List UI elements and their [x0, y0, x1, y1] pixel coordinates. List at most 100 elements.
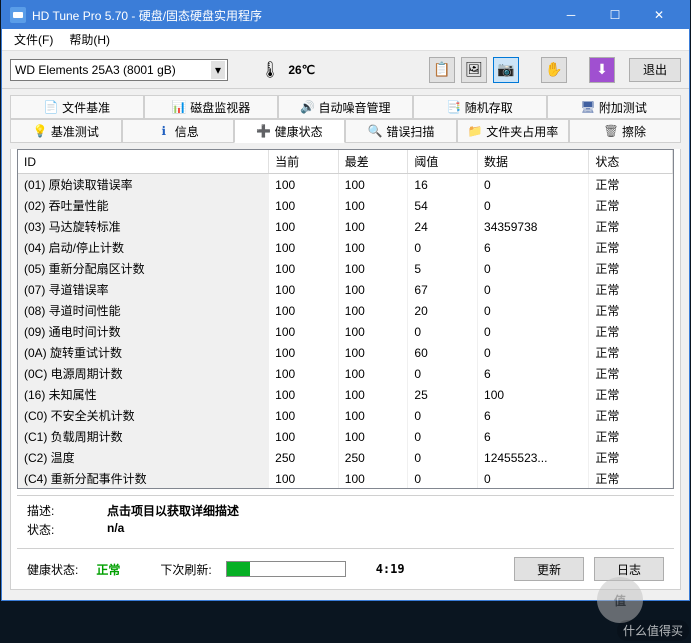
smart-table-container[interactable]: ID当前最差阈值数据状态 (01) 原始读取错误率100100160正常(02)…	[17, 149, 674, 489]
table-row[interactable]: (05) 重新分配扇区计数10010050正常	[18, 258, 673, 279]
cell-id: (04) 启动/停止计数	[18, 237, 269, 258]
description-area: 描述: 点击项目以获取详细描述 状态: n/a	[17, 495, 674, 548]
tab-擦除[interactable]: 🗑擦除	[569, 119, 681, 143]
table-row[interactable]: (0A) 旋转重试计数100100600正常	[18, 342, 673, 363]
table-row[interactable]: (07) 寻道错误率100100670正常	[18, 279, 673, 300]
cell-data: 6	[478, 405, 589, 426]
tab-文件夹占用率[interactable]: 📁文件夹占用率	[457, 119, 569, 143]
table-row[interactable]: (01) 原始读取错误率100100160正常	[18, 174, 673, 196]
tab-label: 文件基准	[62, 99, 110, 116]
tab-随机存取[interactable]: 📑随机存取	[413, 95, 547, 119]
cell-status: 正常	[589, 237, 673, 258]
cell-data: 0	[478, 258, 589, 279]
cell-thr: 16	[408, 174, 478, 196]
tab-基准测试[interactable]: 💡基准测试	[10, 119, 122, 143]
tab-自动噪音管理[interactable]: 🔊自动噪音管理	[278, 95, 412, 119]
tab-磁盘监视器[interactable]: 📊磁盘监视器	[144, 95, 278, 119]
tab-label: 磁盘监视器	[190, 99, 250, 116]
cell-thr: 60	[408, 342, 478, 363]
table-row[interactable]: (02) 吞吐量性能100100540正常	[18, 195, 673, 216]
tab-label: 基准测试	[51, 123, 99, 140]
tab-icon: 🗑	[604, 124, 618, 138]
window-title: HD Tune Pro 5.70 - 硬盘/固态硬盘实用程序	[32, 7, 549, 24]
table-row[interactable]: (04) 启动/停止计数10010006正常	[18, 237, 673, 258]
column-header[interactable]: 数据	[478, 150, 589, 174]
table-row[interactable]: (C0) 不安全关机计数10010006正常	[18, 405, 673, 426]
titlebar[interactable]: HD Tune Pro 5.70 - 硬盘/固态硬盘实用程序 ─ ☐ ✕	[2, 1, 689, 29]
cell-thr: 67	[408, 279, 478, 300]
cell-worst: 100	[338, 174, 408, 196]
toolbar: WD Elements 25A3 (8001 gB) ▾ 🌡 26℃ 📋 🖼 📷…	[2, 51, 689, 89]
options-button[interactable]: ✋	[541, 57, 567, 83]
column-header[interactable]: 最差	[338, 150, 408, 174]
menubar: 文件(F) 帮助(H)	[2, 29, 689, 51]
update-button[interactable]: 更新	[514, 557, 584, 581]
cell-thr: 20	[408, 300, 478, 321]
cell-data: 100	[478, 384, 589, 405]
column-header[interactable]: 状态	[589, 150, 673, 174]
cell-id: (03) 马达旋转标准	[18, 216, 269, 237]
status-value: n/a	[107, 521, 124, 538]
tab-附加测试[interactable]: 🖥附加测试	[547, 95, 681, 119]
tab-label: 错误扫描	[386, 123, 434, 140]
health-value: 正常	[96, 561, 120, 578]
health-label: 健康状态:	[27, 561, 78, 578]
cell-cur: 100	[269, 300, 339, 321]
column-header[interactable]: 阈值	[408, 150, 478, 174]
column-header[interactable]: 当前	[269, 150, 339, 174]
table-row[interactable]: (08) 寻道时间性能100100200正常	[18, 300, 673, 321]
table-row[interactable]: (09) 通电时间计数10010000正常	[18, 321, 673, 342]
thermometer-icon: 🌡	[260, 60, 280, 80]
cell-status: 正常	[589, 195, 673, 216]
cell-data: 6	[478, 237, 589, 258]
cell-status: 正常	[589, 426, 673, 447]
cell-worst: 100	[338, 342, 408, 363]
minimize-button[interactable]: ─	[549, 1, 593, 29]
menu-help[interactable]: 帮助(H)	[61, 29, 118, 50]
cell-id: (C4) 重新分配事件计数	[18, 468, 269, 489]
copy-info-button[interactable]: 📋	[429, 57, 455, 83]
cell-cur: 100	[269, 426, 339, 447]
column-header[interactable]: ID	[18, 150, 269, 174]
drive-select[interactable]: WD Elements 25A3 (8001 gB) ▾	[10, 59, 228, 81]
watermark-text: 什么值得买	[617, 620, 689, 641]
screenshot-button[interactable]: 📷	[493, 57, 519, 83]
table-row[interactable]: (16) 未知属性10010025100正常	[18, 384, 673, 405]
tab-信息[interactable]: ℹ信息	[122, 119, 234, 143]
table-row[interactable]: (C2) 温度250250012455523...正常	[18, 447, 673, 468]
tab-icon: 📑	[447, 100, 461, 114]
exit-button[interactable]: 退出	[629, 58, 681, 82]
cell-status: 正常	[589, 300, 673, 321]
cell-id: (08) 寻道时间性能	[18, 300, 269, 321]
cell-id: (C2) 温度	[18, 447, 269, 468]
tab-错误扫描[interactable]: 🔍错误扫描	[345, 119, 457, 143]
table-row[interactable]: (C1) 负载周期计数10010006正常	[18, 426, 673, 447]
tab-健康状态[interactable]: ➕健康状态	[234, 119, 346, 143]
cell-worst: 100	[338, 363, 408, 384]
cell-id: (07) 寻道错误率	[18, 279, 269, 300]
menu-file[interactable]: 文件(F)	[6, 29, 61, 50]
cell-id: (0C) 电源周期计数	[18, 363, 269, 384]
close-button[interactable]: ✕	[637, 1, 681, 29]
table-row[interactable]: (C4) 重新分配事件计数10010000正常	[18, 468, 673, 489]
cell-data: 0	[478, 174, 589, 196]
log-button[interactable]: 日志	[594, 557, 664, 581]
cell-status: 正常	[589, 468, 673, 489]
temperature-value: 26℃	[288, 63, 315, 77]
cell-worst: 100	[338, 258, 408, 279]
table-row[interactable]: (03) 马达旋转标准1001002434359738正常	[18, 216, 673, 237]
cell-worst: 100	[338, 216, 408, 237]
cell-status: 正常	[589, 384, 673, 405]
cell-worst: 100	[338, 468, 408, 489]
cell-data: 12455523...	[478, 447, 589, 468]
table-row[interactable]: (0C) 电源周期计数10010006正常	[18, 363, 673, 384]
cell-thr: 0	[408, 237, 478, 258]
maximize-button[interactable]: ☐	[593, 1, 637, 29]
tab-icon: ℹ	[157, 124, 171, 138]
tab-文件基准[interactable]: 📄文件基准	[10, 95, 144, 119]
copy-screenshot-button[interactable]: 🖼	[461, 57, 487, 83]
app-icon	[10, 7, 26, 23]
minimize-tray-button[interactable]: ⬇	[589, 57, 615, 83]
status-label: 状态:	[27, 521, 107, 538]
desc-value: 点击项目以获取详细描述	[107, 502, 239, 519]
